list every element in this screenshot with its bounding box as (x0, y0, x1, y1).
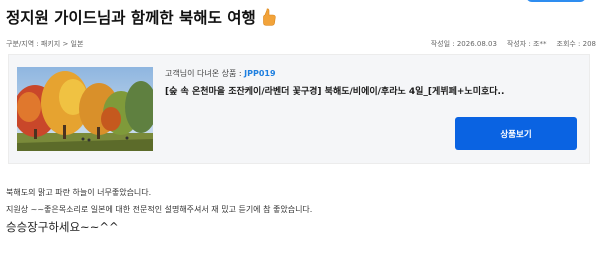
body-line-2: 지원상 ~~좋은목소리로 일본에 대한 전문적인 설명해주셔서 재 밌고 듣기에… (6, 205, 313, 214)
breadcrumb: 구분/지역 : 패키지 > 일본 (6, 40, 84, 48)
post-title-text: 정지원 가이드님과 함께한 북해도 여행 (6, 9, 256, 27)
view-product-button[interactable]: 상품보기 (455, 117, 577, 150)
post-views: 조회수 : 208 (556, 40, 597, 48)
product-card: 고객님이 다녀온 상품 : JPP019 [숲 속 온천마을 조잔케이/라벤더 … (8, 54, 590, 164)
body-line-3: 승승장구하세요~~^^ (6, 220, 119, 234)
post-date: 작성일 : 2026.08.03 (430, 40, 497, 48)
product-code[interactable]: JPP019 (244, 69, 275, 78)
visited-product-label: 고객님이 다녀온 상품 : JPP019 (165, 68, 276, 79)
top-action-button[interactable] (526, 0, 586, 2)
post-meta-bar: 구분/지역 : 패키지 > 일본 작성일 : 2026.08.03 작성자 : … (6, 39, 596, 51)
thumbs-up-icon (262, 8, 276, 26)
post-title: 정지원 가이드님과 함께한 북해도 여행 (6, 6, 276, 28)
body-line-1: 북해도의 맑고 파란 하늘이 너무좋았습니다. (6, 188, 152, 197)
post-body: 북해도의 맑고 파란 하늘이 너무좋았습니다. 지원상 ~~좋은목소리로 일본에… (6, 184, 312, 236)
product-thumbnail[interactable] (17, 67, 153, 151)
visited-label-text: 고객님이 다녀온 상품 : (165, 69, 245, 78)
post-author: 작성자 : 조** (506, 40, 547, 48)
product-name[interactable]: [숲 속 온천마을 조잔케이/라벤더 꽃구경] 북해도/비에이/후라노 4일_[… (165, 84, 504, 97)
